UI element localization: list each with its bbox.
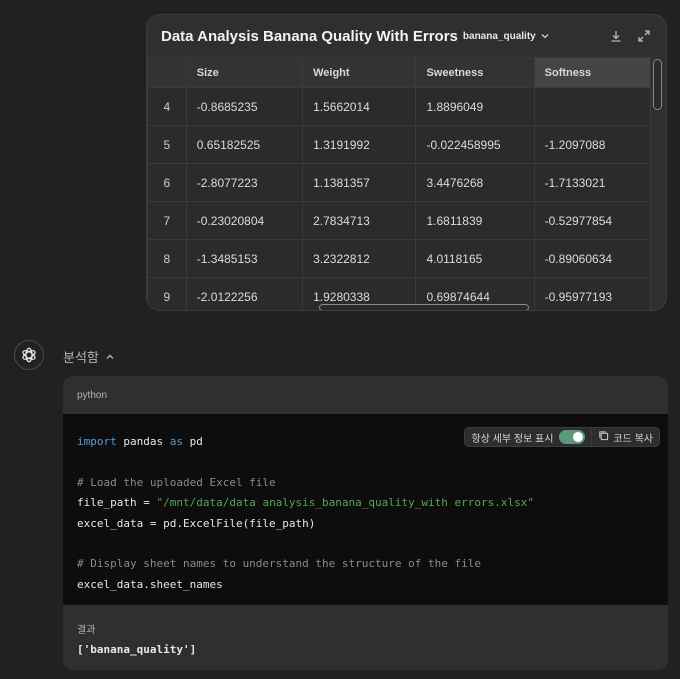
row-index-cell[interactable]: 5 [147, 125, 187, 164]
result-value: ['banana_quality'] [77, 643, 197, 656]
table-row: 5 0.65182525 1.3191992 -0.022458995 -1.2… [147, 125, 651, 164]
table-row: 6 -2.8077223 1.1381357 3.4476268 -1.7133… [147, 163, 651, 202]
table-cell[interactable]: -0.23020804 [185, 201, 304, 240]
toggle-switch[interactable] [559, 430, 586, 444]
code-toolbar: 항상 세부 정보 표시 코드 복사 [464, 427, 660, 447]
sheet-name: banana_quality [462, 30, 536, 42]
analysis-toggle[interactable]: 분석함 [63, 347, 115, 366]
table-cell[interactable]: -0.89060634 [533, 239, 651, 278]
table-cell[interactable]: 1.6811839 [415, 201, 535, 240]
table-cell[interactable]: 3.4476268 [415, 163, 535, 202]
data-table-card: Data Analysis Banana Quality With Errors… [146, 14, 667, 311]
table-cell[interactable] [533, 87, 651, 126]
expand-icon[interactable] [636, 28, 652, 44]
table-header-row: Size Weight Sweetness Softness [147, 57, 651, 88]
row-index-cell[interactable]: 4 [147, 87, 187, 126]
column-header-size[interactable]: Size [185, 57, 304, 88]
copy-code-label: 코드 복사 [613, 433, 653, 445]
table-cell[interactable]: -2.8077223 [185, 163, 304, 202]
download-icon[interactable] [608, 28, 624, 44]
table-cell[interactable]: 1.8896049 [415, 87, 535, 126]
code-line: excel_data = pd.ExcelFile(file_path) [77, 516, 316, 530]
openai-logo-icon [14, 340, 44, 370]
code-block-header: python [63, 376, 668, 414]
vertical-scrollbar[interactable] [653, 59, 662, 309]
code-body: 항상 세부 정보 표시 코드 복사 import pandas as pd # … [63, 414, 668, 605]
code-string: "/mnt/data/data analysis_banana_quality_… [156, 496, 534, 510]
code-line: excel_data.sheet_names [77, 577, 223, 591]
chevron-down-icon [540, 31, 550, 41]
table-card-header: Data Analysis Banana Quality With Errors… [147, 15, 666, 57]
row-index-cell[interactable]: 9 [147, 277, 187, 310]
column-header-index[interactable] [147, 57, 187, 88]
table-row: 4 -0.8685235 1.5662014 1.8896049 [147, 87, 651, 126]
code-line: file_path = "/mnt/data/data analysis_ban… [77, 496, 534, 510]
table-cell[interactable]: 3.2322812 [302, 239, 417, 278]
result-label: 결과 [77, 625, 96, 636]
table-cell[interactable]: -1.2097088 [533, 125, 651, 164]
code-language: python [77, 389, 108, 401]
data-grid[interactable]: Size Weight Sweetness Softness 4 -0.8685… [147, 57, 651, 310]
row-index-cell[interactable]: 7 [147, 201, 187, 240]
table-cell[interactable]: 4.0118165 [415, 239, 535, 278]
table-row: 7 -0.23020804 2.7834713 1.6811839 -0.529… [147, 201, 651, 240]
table-cell[interactable]: 0.65182525 [185, 125, 304, 164]
horizontal-scrollbar-thumb[interactable] [319, 304, 529, 310]
code-comment: # Load the uploaded Excel file [77, 475, 276, 489]
sheet-selector[interactable]: banana_quality [463, 31, 550, 42]
table-cell[interactable]: -1.3485153 [185, 239, 304, 278]
copy-icon [598, 428, 609, 446]
copy-code-button[interactable]: 코드 복사 [592, 427, 660, 447]
table-cell[interactable]: 1.5662014 [302, 87, 417, 126]
table-row: 8 -1.3485153 3.2322812 4.0118165 -0.8906… [147, 239, 651, 278]
table-actions [608, 28, 652, 44]
table-cell[interactable]: -0.8685235 [185, 87, 304, 126]
code-keyword: as [169, 435, 183, 448]
table-title: Data Analysis Banana Quality With Errors [161, 27, 458, 45]
toggle-knob [573, 432, 584, 442]
table-cell[interactable]: -2.0122256 [185, 277, 304, 310]
table-cell[interactable]: -0.95977193 [533, 277, 651, 310]
row-index-cell[interactable]: 8 [147, 239, 187, 278]
table-cell[interactable]: 1.3191992 [302, 125, 417, 164]
always-show-details-toggle[interactable]: 항상 세부 정보 표시 [464, 427, 593, 447]
table-cell[interactable]: -1.7133021 [533, 163, 651, 202]
table-cell[interactable]: 1.1381357 [302, 163, 417, 202]
chevron-up-icon [105, 352, 115, 362]
always-show-details-label: 항상 세부 정보 표시 [471, 433, 554, 445]
code-block: python 항상 세부 정보 표시 코드 복사 import pandas a… [63, 376, 668, 670]
data-table: Size Weight Sweetness Softness 4 -0.8685… [147, 57, 651, 310]
row-index-cell[interactable]: 6 [147, 163, 187, 202]
table-cell[interactable]: -0.52977854 [533, 201, 651, 240]
table-cell[interactable]: -0.022458995 [415, 125, 535, 164]
column-header-weight[interactable]: Weight [302, 57, 417, 88]
column-header-sweetness[interactable]: Sweetness [415, 57, 535, 88]
analysis-label: 분석함 [63, 350, 99, 365]
result-section: 결과 ['banana_quality'] [63, 605, 668, 670]
code-keyword: import [77, 435, 117, 448]
table-cell[interactable]: 2.7834713 [302, 201, 417, 240]
vertical-scrollbar-thumb[interactable] [653, 59, 662, 110]
column-header-softness[interactable]: Softness [533, 57, 651, 88]
code-comment: # Display sheet names to understand the … [77, 557, 481, 571]
